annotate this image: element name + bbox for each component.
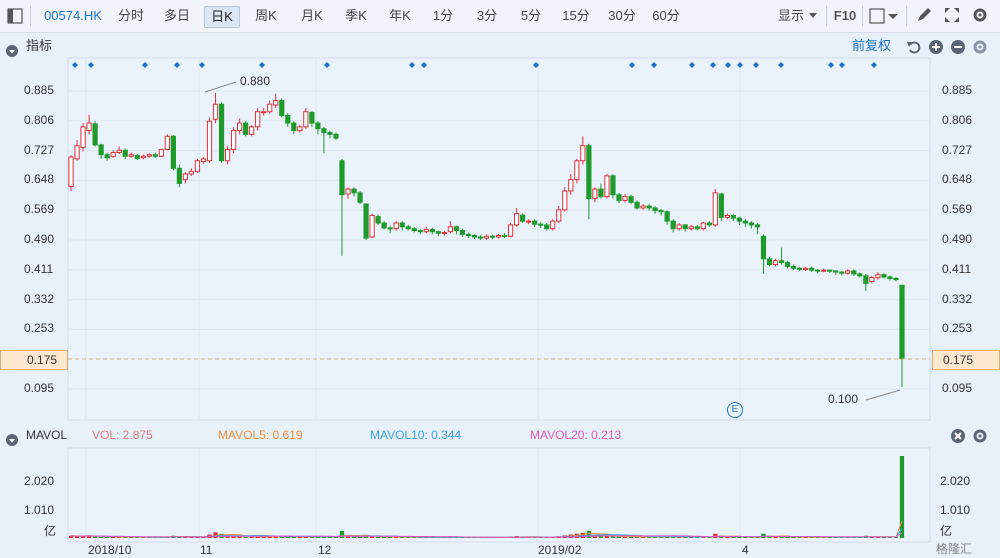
candle [357,190,363,205]
high-annotation: 0.880 [240,74,271,88]
candle [507,223,514,237]
current-price-tag-right: 0.175 [932,350,1000,370]
volume-bar [297,537,302,538]
volume-bar [785,536,790,538]
x-axis-label: 11 [200,543,213,557]
candle [68,155,74,191]
price-axis-label: 0.569 [942,202,973,217]
candle [562,187,568,212]
candle [634,200,640,210]
candle [249,124,255,137]
volume-bar [616,536,622,538]
candle [550,219,556,231]
candle [164,134,170,151]
candle [92,121,98,147]
mavol-title: MAVOL [26,428,68,442]
price-axis-label: 0.490 [942,232,973,246]
price-axis-label: 0.095 [942,381,973,395]
price-axis-label: 0.332 [942,291,973,306]
candlestick-chart[interactable] [0,0,1000,558]
candle [766,256,773,267]
current-price-tag-left: 0.175 [0,350,68,370]
candle [520,213,526,224]
vol-axis-right-1: 2.020 [940,474,971,488]
price-axis-label: 0.253 [24,321,55,336]
volume-bar [598,536,604,538]
volume-bar [291,536,296,538]
x-axis-label: 4 [742,543,749,557]
price-axis-label: 0.885 [24,83,55,97]
x-axis-label: 12 [318,543,332,557]
price-axis-label: 0.727 [942,142,973,157]
candle [628,194,634,205]
candle [80,123,86,152]
price-axis-label: 0.806 [942,112,973,127]
low-annotation: 0.100 [828,392,859,406]
volume-bar [92,536,98,538]
vol-axis-left-1: 2.020 [24,474,55,488]
price-axis-label: 0.095 [24,381,55,395]
mavol20-value: MAVOL20: 0.213 [530,428,622,442]
price-axis-label: 0.253 [942,321,973,336]
price-axis-label: 0.727 [24,142,55,157]
collapse-chevron-icon[interactable] [6,429,18,455]
price-axis-label: 0.490 [24,232,55,246]
volume-bar [243,536,248,538]
candle [604,173,610,199]
watermark-logo: 格隆汇 [936,542,973,556]
candle [243,121,249,137]
volume-bar [74,536,80,538]
vol-unit-right: 亿 [940,524,953,538]
candle [393,221,399,231]
volume-bar [382,537,387,538]
x-axis-label: 2019/02 [538,543,582,557]
vol-unit-left: 亿 [44,524,57,538]
price-axis-label: 0.806 [24,112,55,127]
volume-bar [99,536,104,538]
candle [255,107,261,131]
close-circle-icon[interactable] [950,427,966,453]
event-marker[interactable]: E [727,402,743,418]
candle [712,189,718,227]
vol-axis-right-2: 1.010 [940,503,971,517]
price-axis-label: 0.411 [24,261,54,276]
mavol-panel-header: MAVOL VOL: 2.875 MAVOL5: 0.619 MAVOL10: … [0,422,1000,448]
price-axis-label: 0.648 [24,172,55,187]
volume-bar [376,536,381,538]
candle [176,164,183,188]
candle [194,158,201,173]
price-axis-label: 0.569 [24,202,55,217]
mavol5-value: MAVOL5: 0.619 [218,428,303,442]
candle [718,192,724,222]
price-axis-label: 0.885 [942,83,973,97]
volume-bar [610,536,616,538]
candle [218,102,225,163]
candle [574,158,580,184]
candle [230,126,237,154]
candle [363,203,369,240]
volume-bar [339,530,345,538]
candle [369,213,375,239]
candle [206,117,213,163]
volume-bar [261,536,266,538]
candle [158,148,164,158]
price-axis-label: 0.332 [24,291,55,306]
volume-bar [105,537,110,538]
volume-bar [586,530,591,538]
price-axis-label: 0.648 [942,172,973,187]
candle [610,173,616,199]
mavol10-value: MAVOL10: 0.344 [370,428,462,442]
price-axis-label: 0.411 [942,261,972,276]
vol-axis-left-2: 1.010 [24,503,55,517]
volume-bar [622,536,628,538]
mavol-settings-gear-icon[interactable] [972,427,988,453]
x-axis-label: 2018/10 [88,543,132,557]
candle [279,98,285,118]
candle [170,135,176,171]
vol-value: VOL: 2.875 [92,428,153,442]
volume-bar [388,537,393,538]
